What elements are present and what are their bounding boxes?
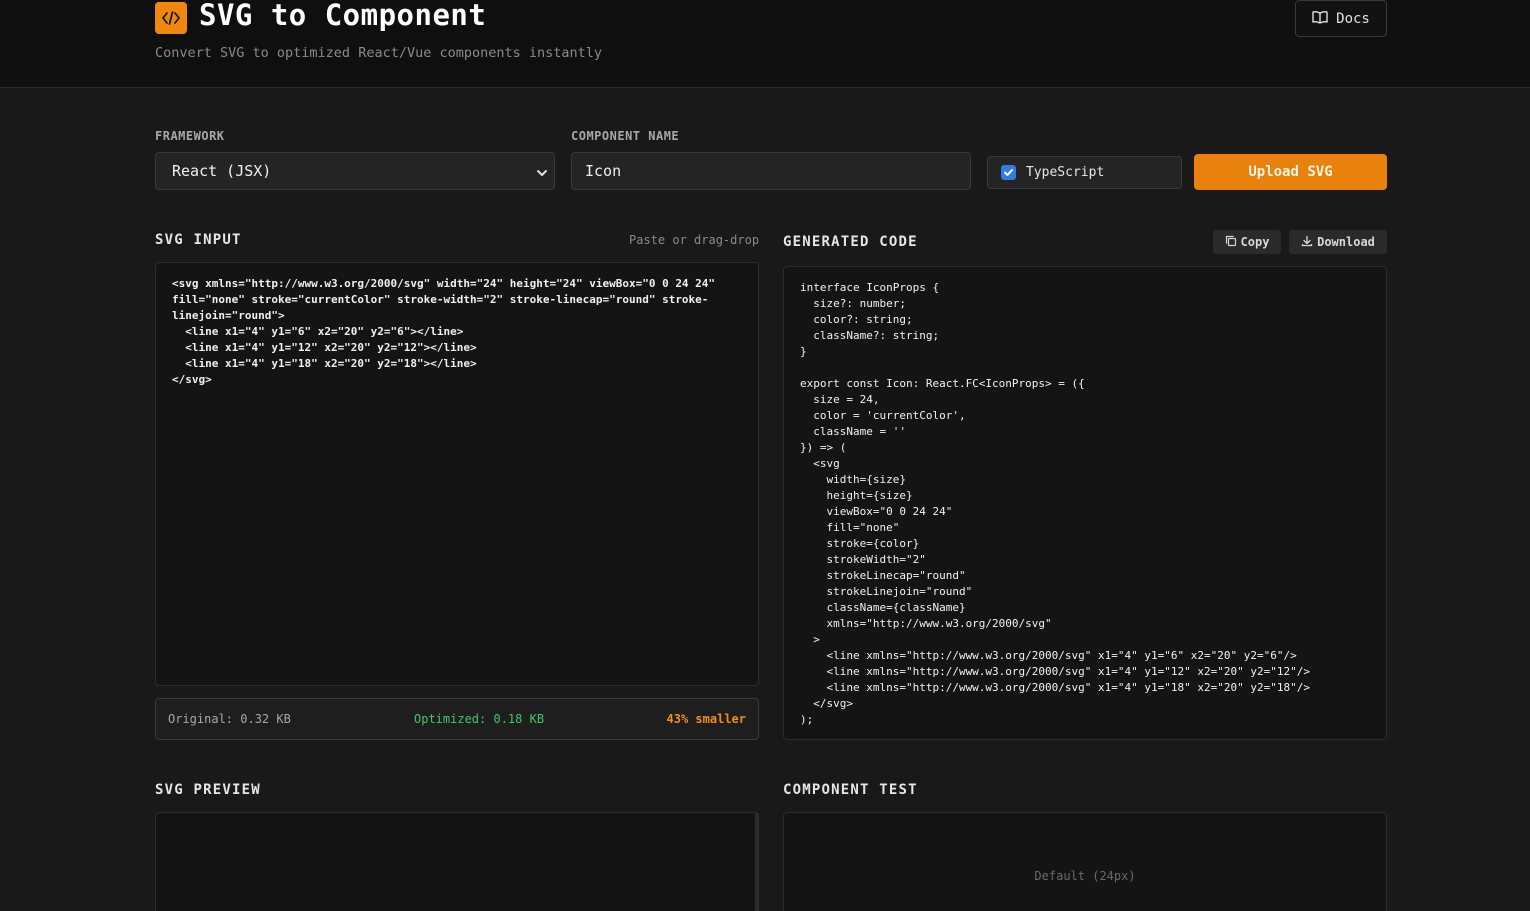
- framework-select[interactable]: React (JSX): [155, 152, 555, 190]
- copy-icon: [1225, 235, 1237, 250]
- framework-label: FRAMEWORK: [155, 129, 225, 143]
- optimized-size: Optimized: 0.18 KB: [414, 712, 545, 726]
- framework-value: React (JSX): [172, 162, 272, 180]
- generated-code-panel: interface IconProps { size?: number; col…: [783, 266, 1387, 740]
- chevron-down-icon: [536, 165, 548, 183]
- book-icon: [1312, 10, 1328, 28]
- component-test-panel: Default (24px): [783, 812, 1387, 911]
- component-name-input[interactable]: [571, 152, 971, 190]
- upload-svg-button[interactable]: Upload SVG: [1194, 154, 1387, 190]
- download-icon: [1301, 235, 1313, 250]
- copy-button[interactable]: Copy: [1213, 230, 1281, 254]
- page-subtitle: Convert SVG to optimized React/Vue compo…: [155, 45, 603, 61]
- svg-input-code: <svg xmlns="http://www.w3.org/2000/svg" …: [172, 277, 716, 386]
- svg-input-title: SVG INPUT: [155, 232, 242, 248]
- paste-hint: Paste or drag-drop: [629, 233, 760, 247]
- size-stats-bar: Original: 0.32 KB Optimized: 0.18 KB 43%…: [155, 698, 759, 740]
- component-test-title: COMPONENT TEST: [783, 782, 918, 798]
- docs-label: Docs: [1336, 10, 1370, 27]
- typescript-label: TypeScript: [1026, 165, 1105, 180]
- page-title: SVG to Component: [199, 0, 487, 32]
- download-label: Download: [1317, 235, 1375, 249]
- svg-input-editor[interactable]: <svg xmlns="http://www.w3.org/2000/svg" …: [155, 262, 759, 686]
- code-brackets-icon: [155, 2, 187, 34]
- svg-preview-panel: [155, 812, 759, 911]
- docs-button[interactable]: Docs: [1295, 0, 1387, 37]
- svg-preview-title: SVG PREVIEW: [155, 782, 261, 798]
- generated-code-title: GENERATED CODE: [783, 234, 918, 250]
- default-size-label: Default (24px): [1034, 869, 1136, 883]
- component-name-label: COMPONENT NAME: [571, 129, 680, 143]
- original-size: Original: 0.32 KB: [168, 712, 291, 726]
- copy-label: Copy: [1240, 235, 1270, 249]
- app-header: SVG to Component Convert SVG to optimize…: [0, 0, 1530, 88]
- generated-code: interface IconProps { size?: number; col…: [800, 281, 1310, 726]
- download-button[interactable]: Download: [1289, 230, 1387, 254]
- typescript-checkbox[interactable]: [1001, 165, 1016, 180]
- reduction-badge: 43% smaller: [666, 712, 746, 726]
- check-icon: [1004, 169, 1013, 176]
- typescript-toggle[interactable]: TypeScript: [987, 156, 1182, 189]
